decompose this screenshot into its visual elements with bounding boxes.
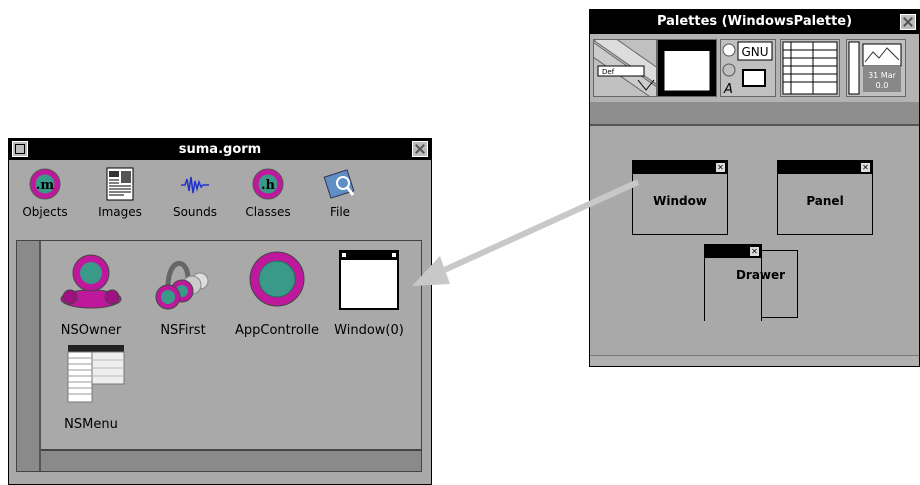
drag-arrow-head: [412, 256, 450, 286]
drag-arrow: [412, 179, 640, 286]
drag-arrow-shaft: [438, 179, 640, 275]
